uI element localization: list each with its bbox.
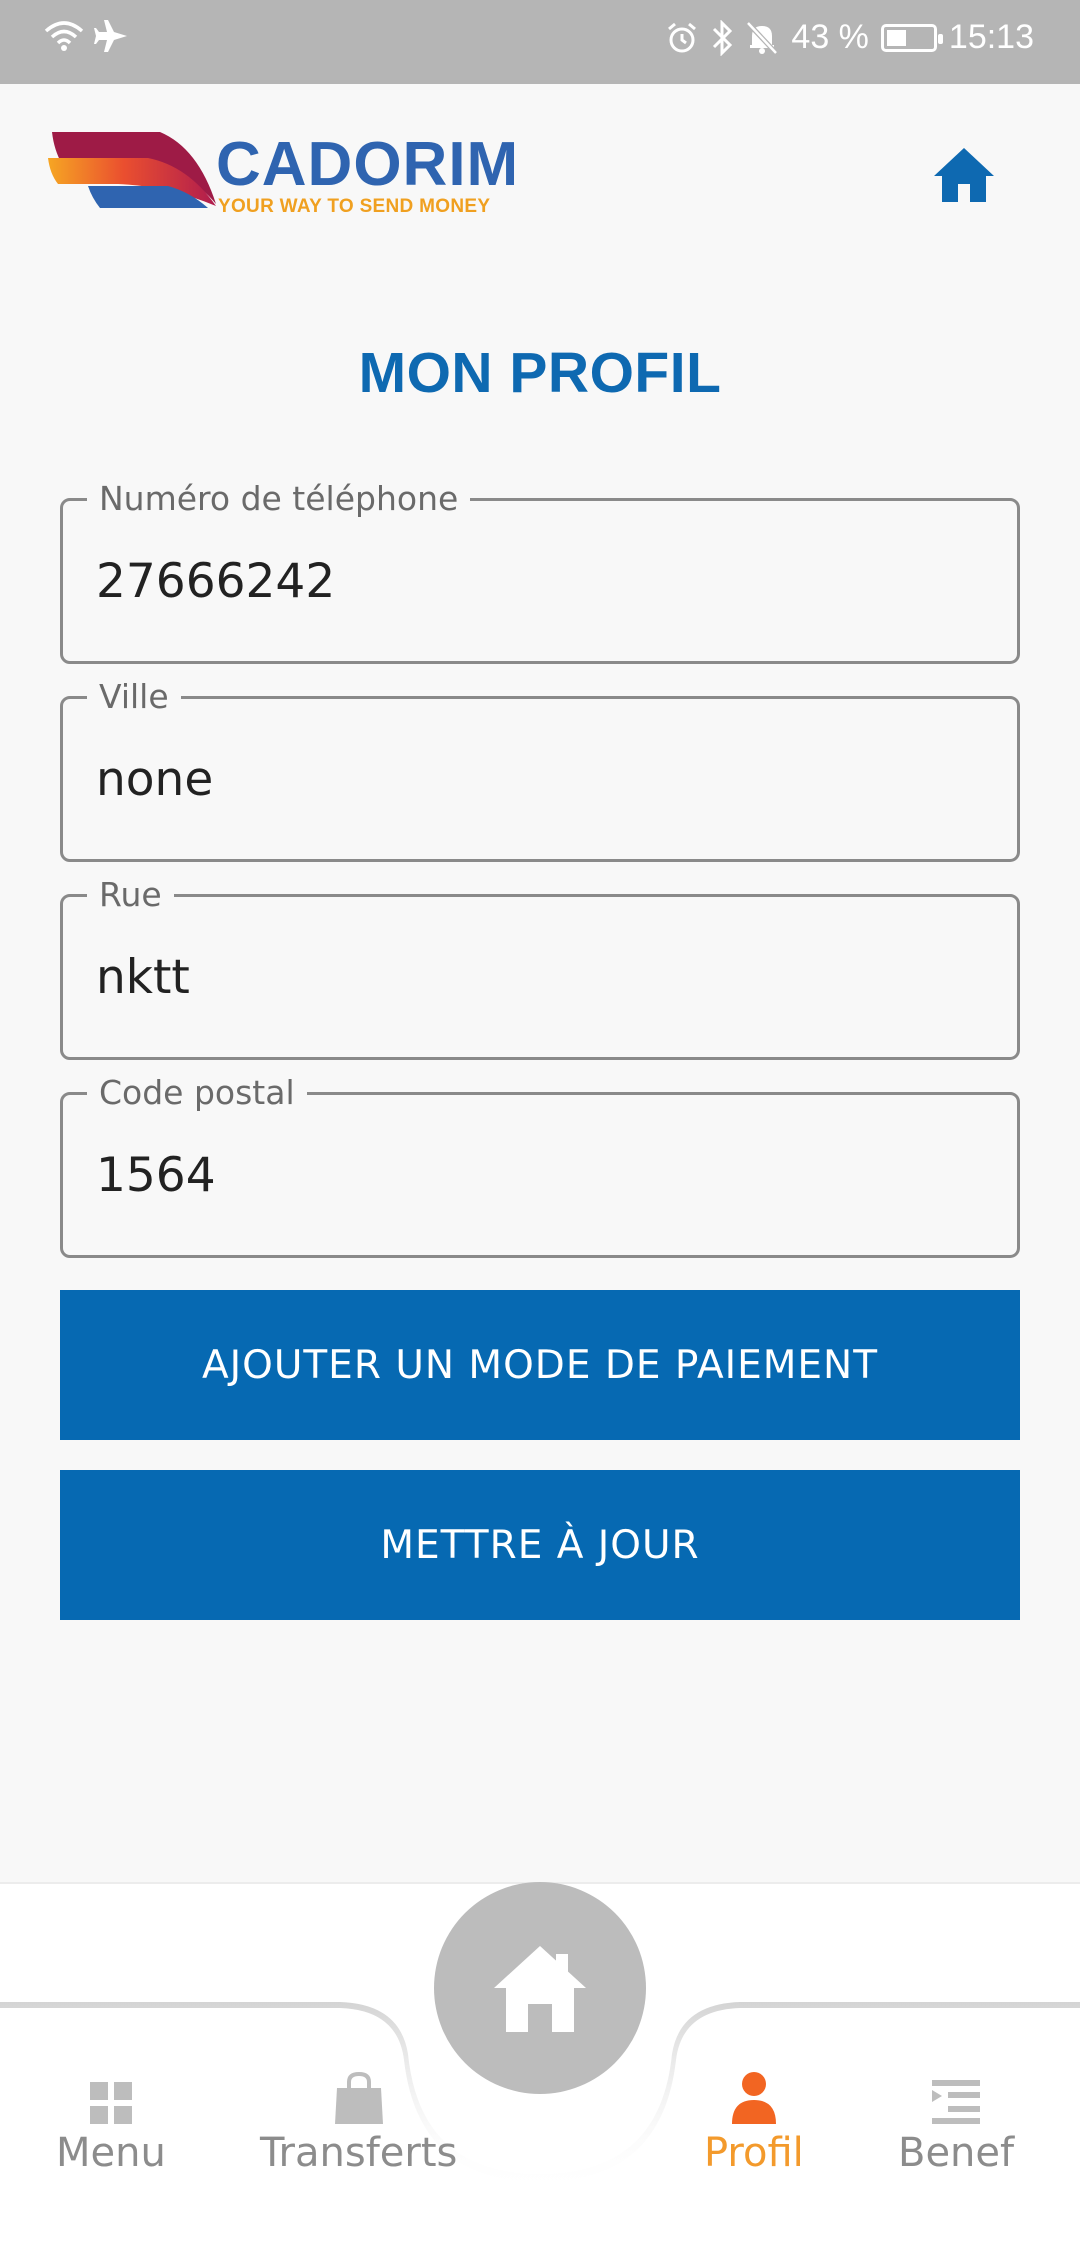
postal-code-label: Code postal bbox=[87, 1071, 307, 1115]
status-right: 43 % 15:13 bbox=[665, 18, 1034, 57]
cadorim-logo: CADORIM YOUR WAY TO SEND MONEY bbox=[48, 128, 518, 228]
update-button[interactable]: METTRE À JOUR bbox=[60, 1470, 1020, 1620]
street-field[interactable]: Rue bbox=[60, 873, 1020, 1060]
page-title: MON PROFIL bbox=[358, 341, 722, 405]
nav-label-benef: Benef bbox=[898, 2130, 1015, 2176]
nav-label-profil: Profil bbox=[704, 2130, 804, 2176]
nav-item-transferts[interactable]: Transferts bbox=[260, 2070, 457, 2176]
shopping-bag-icon bbox=[333, 2070, 385, 2126]
city-input[interactable] bbox=[96, 749, 976, 809]
alarm-icon bbox=[665, 21, 699, 55]
phone-input[interactable] bbox=[96, 551, 976, 611]
wifi-icon bbox=[44, 19, 84, 53]
street-label: Rue bbox=[87, 873, 174, 917]
phone-label: Numéro de téléphone bbox=[87, 477, 471, 521]
battery-percent: 43 % bbox=[791, 18, 869, 56]
status-left bbox=[44, 18, 130, 54]
postal-code-input[interactable] bbox=[96, 1145, 976, 1205]
battery-icon bbox=[880, 23, 943, 52]
muted-bell-icon bbox=[745, 20, 779, 56]
header-home-button[interactable] bbox=[926, 140, 1002, 210]
city-label: Ville bbox=[87, 675, 181, 719]
app-header: CADORIM YOUR WAY TO SEND MONEY bbox=[0, 84, 1080, 264]
nav-label-menu: Menu bbox=[56, 2130, 166, 2176]
add-payment-method-button[interactable]: AJOUTER UN MODE DE PAIEMENT bbox=[60, 1290, 1020, 1440]
status-bar: 43 % 15:13 bbox=[0, 0, 1080, 84]
nav-item-profil[interactable]: Profil bbox=[704, 2070, 804, 2176]
center-home-button[interactable] bbox=[434, 1882, 646, 2094]
street-input[interactable] bbox=[96, 947, 976, 1007]
nav-item-benef[interactable]: Benef bbox=[898, 2070, 1014, 2176]
nav-item-menu[interactable]: Menu bbox=[56, 2070, 166, 2176]
phone-field[interactable]: Numéro de téléphone bbox=[60, 477, 1020, 664]
logo-wings-icon bbox=[48, 132, 216, 208]
user-icon bbox=[730, 2070, 778, 2126]
grid-icon bbox=[88, 2070, 134, 2126]
home-icon bbox=[934, 148, 994, 202]
nav-label-transferts: Transferts bbox=[260, 2130, 458, 2176]
list-icon bbox=[930, 2070, 982, 2126]
logo-tagline: YOUR WAY TO SEND MONEY bbox=[218, 196, 491, 217]
city-field[interactable]: Ville bbox=[60, 675, 1020, 862]
postal-code-field[interactable]: Code postal bbox=[60, 1071, 1020, 1258]
bluetooth-icon bbox=[711, 19, 733, 56]
home-icon bbox=[494, 1946, 586, 2032]
logo-wordmark: CADORIM bbox=[216, 130, 520, 199]
profile-screen: 43 % 15:13 CADORIM YOUR WAY TO SEND MONE… bbox=[0, 0, 1080, 2244]
clock: 15:13 bbox=[948, 18, 1034, 56]
battery-level bbox=[886, 29, 906, 46]
airplane-icon bbox=[94, 18, 130, 54]
